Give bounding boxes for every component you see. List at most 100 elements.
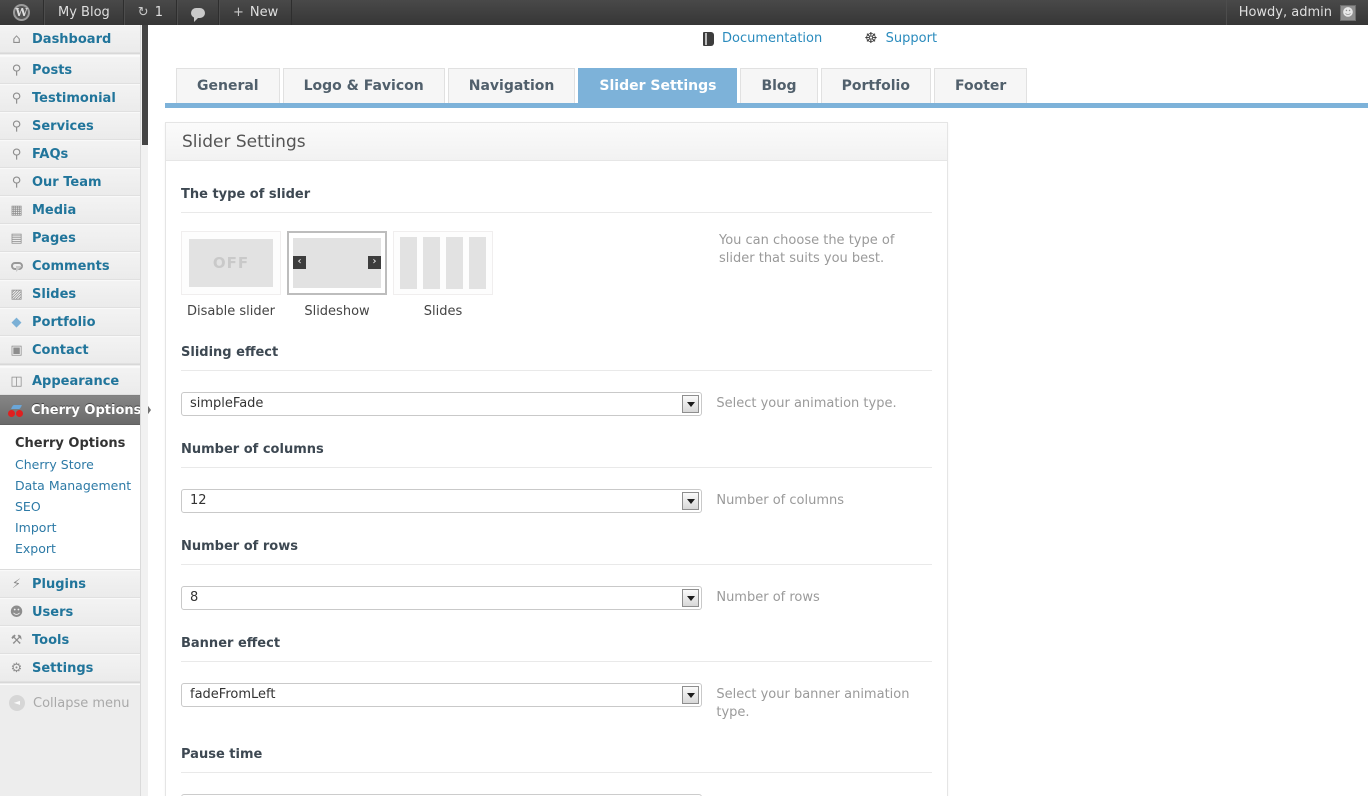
sidebar-item-contact[interactable]: ▣ Contact [0, 336, 140, 364]
tab-blog[interactable]: Blog [740, 68, 818, 103]
update-count: 1 [154, 5, 163, 20]
sidebar-item-appearance[interactable]: ◫ Appearance [0, 367, 140, 395]
divider [181, 212, 932, 213]
scrollbar-thumb[interactable] [142, 25, 148, 145]
slides-preview [393, 231, 493, 295]
select-value: 12 [190, 493, 207, 508]
site-name-label: My Blog [58, 5, 110, 20]
sidebar-item-plugins[interactable]: ⚡ Plugins [0, 570, 140, 598]
lifering-icon: ☸ [864, 29, 878, 47]
sidebar-item-tools[interactable]: ⚒ Tools [0, 626, 140, 654]
documentation-link[interactable]: Documentation [703, 31, 822, 46]
sidebar-item-label: Testimonial [32, 90, 116, 106]
collapse-arrow-icon: ◄ [9, 695, 25, 711]
select-value: 8 [190, 590, 199, 605]
sidebar-item-label: Media [32, 202, 77, 218]
number-of-rows-select[interactable]: 8 [181, 586, 703, 610]
field-title-pause-time: Pause time [181, 747, 263, 763]
sidebar-item-faqs[interactable]: ⚲ FAQs [0, 140, 140, 168]
dropdown-arrow-icon[interactable] [682, 492, 700, 510]
tab-footer[interactable]: Footer [933, 68, 1028, 103]
updates-link[interactable]: ↻ 1 [123, 0, 177, 25]
comments-link[interactable] [176, 0, 219, 25]
tab-navigation[interactable]: Navigation [447, 68, 576, 103]
collapse-menu-button[interactable]: ◄ Collapse menu [0, 685, 140, 711]
field-description: Select your animation type. [716, 396, 897, 411]
sidebar-item-comments[interactable]: Comments [0, 252, 140, 280]
number-of-columns-select[interactable]: 12 [181, 489, 703, 513]
support-link[interactable]: ☸ Support [864, 29, 937, 47]
sidebar-item-testimonial[interactable]: ⚲ Testimonial [0, 84, 140, 112]
slider-type-slideshow[interactable]: ‹ › Slideshow [287, 231, 387, 319]
wordpress-menu[interactable]: W [0, 0, 44, 25]
pushpin-icon: ⚲ [11, 146, 22, 162]
slider-type-options: OFF Disable slider ‹ › Slideshow Slides [181, 231, 932, 319]
sidebar-item-label: Settings [32, 660, 94, 676]
field-title-number-of-columns: Number of columns [181, 442, 324, 457]
collapse-menu-label: Collapse menu [33, 695, 130, 711]
select-value: simpleFade [190, 396, 264, 411]
divider [181, 370, 932, 371]
submenu-item-cherry-store[interactable]: Cherry Store [0, 454, 140, 475]
prev-arrow-icon: ‹ [293, 256, 306, 269]
comment-bubble-icon [190, 7, 205, 22]
sidebar-item-label: Portfolio [32, 314, 96, 330]
slider-settings-panel: Slider Settings The type of slider OFF D… [165, 122, 948, 796]
home-icon: ⌂ [12, 31, 21, 47]
sidebar-item-label: Pages [32, 230, 76, 246]
scrollbar-track[interactable] [140, 25, 148, 796]
new-content-menu[interactable]: + New [218, 0, 293, 25]
dropdown-arrow-icon[interactable] [682, 686, 700, 704]
tab-slider-settings[interactable]: Slider Settings [578, 68, 738, 103]
sidebar-item-slides[interactable]: ▨ Slides [0, 280, 140, 308]
sidebar-item-label: Comments [32, 258, 110, 274]
divider [181, 467, 932, 468]
submenu-item-seo[interactable]: SEO [0, 496, 140, 517]
select-value: fadeFromLeft [190, 687, 276, 702]
submenu-item-import[interactable]: Import [0, 517, 140, 538]
pushpin-icon: ⚲ [11, 62, 22, 78]
sidebar-item-our-team[interactable]: ⚲ Our Team [0, 168, 140, 196]
pushpin-icon: ⚲ [11, 90, 22, 106]
new-label: New [249, 5, 279, 20]
sidebar-item-media[interactable]: ▦ Media [0, 196, 140, 224]
slider-type-disable[interactable]: OFF Disable slider [181, 231, 281, 319]
tab-general[interactable]: General [176, 68, 280, 103]
submenu-item-export[interactable]: Export [0, 538, 140, 559]
appearance-icon: ◫ [10, 373, 23, 389]
field-row: 8 Number of rows [181, 586, 932, 610]
sidebar-item-settings[interactable]: ⚙ Settings [0, 654, 140, 682]
site-name-link[interactable]: My Blog [44, 0, 124, 25]
submenu-item-cherry-options[interactable]: Cherry Options [0, 433, 140, 454]
slider-type-slides[interactable]: Slides [393, 231, 493, 319]
off-label: OFF [212, 254, 250, 272]
dropdown-arrow-icon[interactable] [682, 395, 700, 413]
book-icon [703, 31, 714, 46]
dropdown-arrow-icon[interactable] [682, 589, 700, 607]
sidebar-item-portfolio[interactable]: ◆ Portfolio [0, 308, 140, 336]
sidebar-item-pages[interactable]: ▤ Pages [0, 224, 140, 252]
tab-logo-favicon[interactable]: Logo & Favicon [282, 68, 445, 103]
plus-icon: + [232, 5, 244, 20]
field-title-slider-type: The type of slider [181, 187, 311, 202]
tab-portfolio[interactable]: Portfolio [820, 68, 931, 103]
sidebar-item-posts[interactable]: ⚲ Posts [0, 56, 140, 84]
sidebar-item-users[interactable]: ☻ Users [0, 598, 140, 626]
howdy-label: Howdy, admin [1238, 5, 1332, 20]
admin-bar: W My Blog ↻ 1 + New Howdy, admin ☻ [0, 0, 1368, 25]
field-row: fadeFromLeft Select your banner animatio… [181, 683, 932, 721]
submenu-item-data-management[interactable]: Data Management [0, 475, 140, 496]
field-description: Select your banner animation type. [716, 687, 910, 720]
panel-title: Slider Settings [166, 123, 947, 161]
sidebar-item-services[interactable]: ⚲ Services [0, 112, 140, 140]
divider [181, 661, 932, 662]
sidebar-item-dashboard[interactable]: ⌂ Dashboard [0, 25, 140, 53]
sidebar-item-label: Dashboard [32, 31, 112, 47]
sliding-effect-select[interactable]: simpleFade [181, 392, 703, 416]
account-menu[interactable]: Howdy, admin ☻ [1225, 0, 1368, 25]
pushpin-icon: ⚲ [11, 118, 22, 134]
sidebar-item-cherry-options[interactable]: Cherry Options [0, 395, 151, 425]
tools-icon: ⚒ [10, 632, 23, 648]
banner-effect-select[interactable]: fadeFromLeft [181, 683, 703, 707]
sidebar-item-label: Our Team [32, 174, 102, 190]
